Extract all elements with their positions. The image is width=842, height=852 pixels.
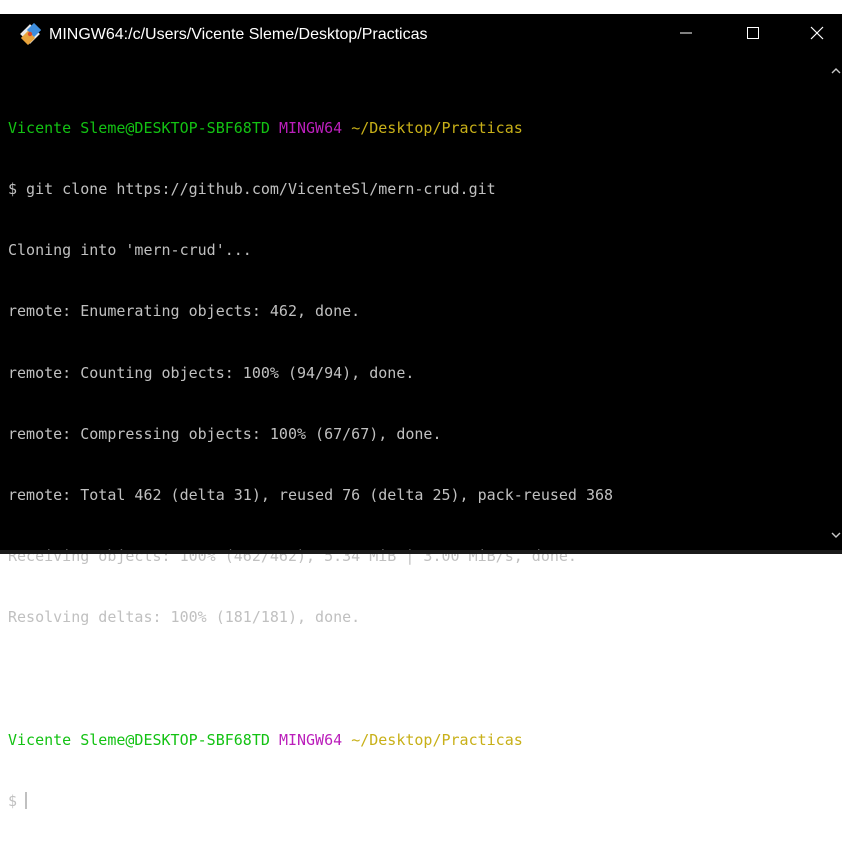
git-bash-icon [19, 22, 42, 46]
scroll-up-arrow-icon[interactable] [830, 64, 842, 76]
terminal-output[interactable]: Vicente Sleme@DESKTOP-SBF68TD MINGW64 ~/… [8, 77, 818, 810]
prompt-path: ~/Desktop/Practicas [351, 730, 523, 749]
window-top-edge [0, 0, 842, 14]
output-line: remote: Total 462 (delta 31), reused 76 … [8, 486, 614, 505]
prompt-path: ~/Desktop/Practicas [351, 118, 523, 137]
prompt-user-host: Vicente Sleme@DESKTOP-SBF68TD [8, 730, 270, 749]
input-line[interactable]: $ [8, 791, 818, 811]
scroll-down-arrow-icon[interactable] [830, 528, 842, 540]
prompt-user-host: Vicente Sleme@DESKTOP-SBF68TD [8, 118, 270, 137]
minimize-button[interactable] [658, 14, 714, 56]
input-prompt: $ [8, 792, 18, 811]
command-line: $ git clone https://github.com/VicenteSl… [8, 180, 496, 199]
prompt-shell: MINGW64 [278, 730, 343, 749]
output-line: Cloning into 'mern-crud'... [8, 241, 252, 260]
window-title: MINGW64:/c/Users/Vicente Sleme/Desktop/P… [49, 26, 428, 43]
output-line: remote: Compressing objects: 100% (67/67… [8, 424, 442, 443]
close-button[interactable] [792, 14, 842, 56]
text-cursor [25, 792, 28, 810]
terminal-window: MINGW64:/c/Users/Vicente Sleme/Desktop/P… [0, 0, 842, 810]
prompt-line: Vicente Sleme@DESKTOP-SBF68TD MINGW64 ~/… [8, 730, 818, 750]
window-bottom-edge [0, 550, 842, 554]
title-bar[interactable]: MINGW64:/c/Users/Vicente Sleme/Desktop/P… [0, 14, 842, 56]
minimize-icon [680, 26, 692, 44]
vertical-scrollbar[interactable] [830, 56, 842, 554]
maximize-button[interactable] [725, 14, 781, 56]
prompt-shell: MINGW64 [278, 118, 343, 137]
output-line: Resolving deltas: 100% (181/181), done. [8, 608, 361, 627]
output-line: remote: Enumerating objects: 462, done. [8, 302, 361, 321]
maximize-icon [747, 26, 759, 44]
close-icon [810, 26, 824, 45]
output-line: remote: Counting objects: 100% (94/94), … [8, 363, 415, 382]
prompt-line: Vicente Sleme@DESKTOP-SBF68TD MINGW64 ~/… [8, 118, 818, 138]
